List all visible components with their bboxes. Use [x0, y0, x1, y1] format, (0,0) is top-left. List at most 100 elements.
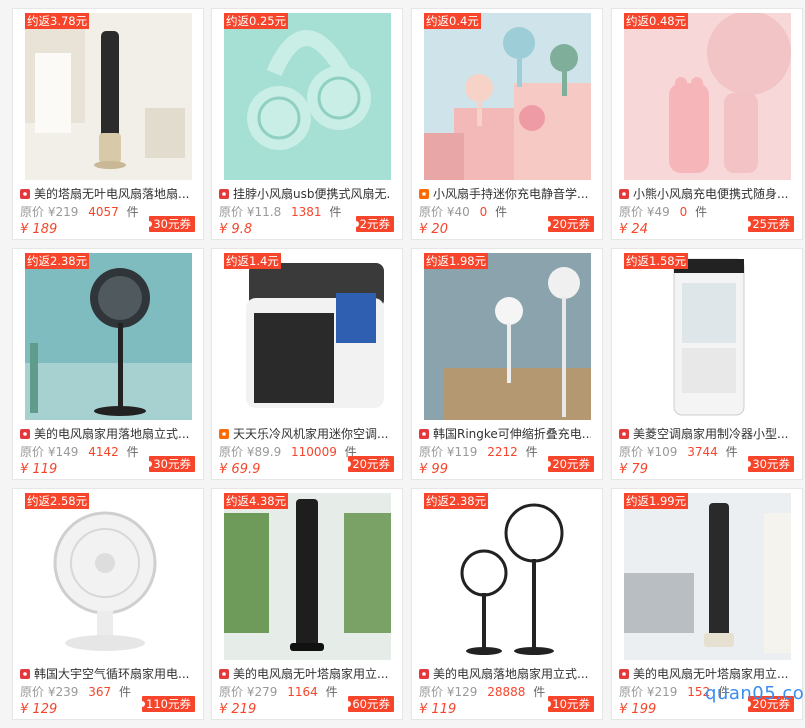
- original-price: ¥11.8: [246, 205, 282, 219]
- handheld-fans-image[interactable]: [424, 13, 591, 180]
- original-price-label: 原价: [20, 205, 45, 219]
- product-title[interactable]: 美的电风扇家用落地扇立式...: [20, 426, 192, 442]
- price-row: 原价 ¥239 367 件: [20, 684, 131, 700]
- price-row: 原价 ¥89.9 110009 件: [219, 444, 357, 460]
- product-title-text[interactable]: 美的塔扇无叶电风扇落地扇...: [34, 187, 189, 201]
- rebate-badge: 约返2.58元: [25, 493, 90, 509]
- coupon-button[interactable]: 2元券: [352, 216, 394, 232]
- tower-fan-image[interactable]: [25, 13, 192, 180]
- product-title-text[interactable]: 挂脖小风扇usb便携式风扇无...: [233, 187, 391, 201]
- coupon-button[interactable]: 30元券: [745, 456, 794, 472]
- product-title-text[interactable]: 美的电风扇无叶塔扇家用立...: [233, 667, 388, 681]
- product-title[interactable]: 韩国Ringke可伸缩折叠充电...: [419, 426, 591, 442]
- original-price-label: 原价: [619, 685, 644, 699]
- product-card[interactable]: 约返2.38元 美的电风扇落地扇家用立式... 原价 ¥129 28888 件 …: [411, 488, 603, 720]
- price-row: 原价 ¥279 1164 件: [219, 684, 338, 700]
- product-card[interactable]: 约返1.4元 天天乐冷风机家用迷你空调... 原价 ¥89.9 110009 件…: [211, 248, 403, 480]
- final-price: ¥ 69.9: [219, 462, 261, 477]
- two-standing-fans-image[interactable]: [424, 493, 591, 660]
- product-card[interactable]: 约返0.48元 小熊小风扇充电便携式随身... 原价 ¥49 0 件 ¥ 24 …: [611, 8, 803, 240]
- product-title-text[interactable]: 美的电风扇落地扇家用立式...: [433, 667, 588, 681]
- original-price-label: 原价: [419, 685, 444, 699]
- original-price-label: 原价: [219, 685, 244, 699]
- air-cooler-image[interactable]: [624, 253, 791, 420]
- product-title[interactable]: 美的电风扇无叶塔扇家用立...: [219, 666, 391, 682]
- final-price: ¥ 119: [20, 462, 58, 477]
- sales-count: 367: [88, 685, 112, 699]
- taobao-icon: [20, 669, 30, 679]
- sales-count: 110009: [291, 445, 337, 459]
- coupon-button[interactable]: 20元券: [545, 456, 594, 472]
- product-card[interactable]: 约返1.58元 美菱空调扇家用制冷器小型... 原价 ¥109 3744 件 ¥…: [611, 248, 803, 480]
- product-card[interactable]: 约返0.4元 小风扇手持迷你充电静音学... 原价 ¥40 0 件 ¥ 20 2…: [411, 8, 603, 240]
- product-title[interactable]: 小熊小风扇充电便携式随身...: [619, 186, 791, 202]
- product-title[interactable]: 美的电风扇落地扇家用立式...: [419, 666, 591, 682]
- rebate-badge: 约返1.4元: [224, 253, 281, 269]
- product-title[interactable]: 韩国大宇空气循环扇家用电...: [20, 666, 192, 682]
- product-title[interactable]: 美的塔扇无叶电风扇落地扇...: [20, 186, 192, 202]
- mini-air-cooler-image[interactable]: [224, 253, 391, 420]
- product-title-text[interactable]: 韩国大宇空气循环扇家用电...: [34, 667, 189, 681]
- product-card[interactable]: 约返2.58元 韩国大宇空气循环扇家用电... 原价 ¥239 367 件 ¥ …: [12, 488, 204, 720]
- tmall-icon: [419, 189, 429, 199]
- product-title-text[interactable]: 美菱空调扇家用制冷器小型...: [633, 427, 788, 441]
- sales-count: 0: [479, 205, 488, 219]
- taobao-icon: [20, 429, 30, 439]
- product-title-text[interactable]: 小熊小风扇充电便携式随身...: [633, 187, 788, 201]
- product-title[interactable]: 挂脖小风扇usb便携式风扇无...: [219, 186, 391, 202]
- product-card[interactable]: 约返0.25元 挂脖小风扇usb便携式风扇无... 原价 ¥11.8 1381 …: [211, 8, 403, 240]
- standing-fan-image[interactable]: [25, 253, 192, 420]
- coupon-button[interactable]: 20元券: [345, 456, 394, 472]
- product-card[interactable]: 约返1.98元 韩国Ringke可伸缩折叠充电... 原价 ¥119 2212 …: [411, 248, 603, 480]
- coupon-button[interactable]: 10元券: [545, 696, 594, 712]
- price-row: 原价 ¥149 4142 件: [20, 444, 139, 460]
- rebate-badge: 约返4.38元: [224, 493, 289, 509]
- original-price-label: 原价: [419, 205, 444, 219]
- product-title-text[interactable]: 韩国Ringke可伸缩折叠充电...: [433, 427, 591, 441]
- sales-unit: 件: [126, 205, 139, 219]
- sales-count: 1381: [291, 205, 322, 219]
- taobao-icon: [419, 429, 429, 439]
- rebate-badge: 约返3.78元: [25, 13, 90, 29]
- coupon-button[interactable]: 20元券: [545, 216, 594, 232]
- product-title[interactable]: 美的电风扇无叶塔扇家用立...: [619, 666, 791, 682]
- original-price: ¥109: [646, 445, 678, 459]
- tower-fan-living-room-image[interactable]: [624, 493, 791, 660]
- product-title-text[interactable]: 美的电风扇无叶塔扇家用立...: [633, 667, 788, 681]
- black-tower-fan-image[interactable]: [224, 493, 391, 660]
- product-title-text[interactable]: 天天乐冷风机家用迷你空调...: [233, 427, 388, 441]
- product-card[interactable]: 约返3.78元 美的塔扇无叶电风扇落地扇... 原价 ¥219 4057 件 ¥…: [12, 8, 204, 240]
- final-price: ¥ 129: [20, 702, 58, 717]
- price-row: 原价 ¥129 28888 件: [419, 684, 545, 700]
- final-price: ¥ 119: [419, 702, 457, 717]
- final-price: ¥ 24: [619, 222, 648, 237]
- sales-count: 0: [679, 205, 688, 219]
- product-card[interactable]: 约返4.38元 美的电风扇无叶塔扇家用立... 原价 ¥279 1164 件 ¥…: [211, 488, 403, 720]
- final-price: ¥ 189: [20, 222, 58, 237]
- sales-count: 28888: [487, 685, 526, 699]
- product-card[interactable]: 约返2.38元 美的电风扇家用落地扇立式... 原价 ¥149 4142 件 ¥…: [12, 248, 204, 480]
- sales-unit: 件: [325, 685, 338, 699]
- final-price: ¥ 199: [619, 702, 657, 717]
- coupon-button[interactable]: 25元券: [745, 216, 794, 232]
- product-title-text[interactable]: 小风扇手持迷你充电静音学...: [433, 187, 588, 201]
- sales-unit: 件: [495, 205, 508, 219]
- pink-handheld-fan-image[interactable]: [624, 13, 791, 180]
- product-title-text[interactable]: 美的电风扇家用落地扇立式...: [34, 427, 189, 441]
- coupon-button[interactable]: 30元券: [146, 216, 195, 232]
- original-price: ¥49: [646, 205, 670, 219]
- original-price: ¥239: [47, 685, 79, 699]
- folding-fan-image[interactable]: [424, 253, 591, 420]
- product-title[interactable]: 美菱空调扇家用制冷器小型...: [619, 426, 791, 442]
- original-price-label: 原价: [619, 205, 644, 219]
- coupon-button[interactable]: 60元券: [345, 696, 394, 712]
- taobao-icon: [619, 429, 629, 439]
- coupon-button[interactable]: 110元券: [139, 696, 195, 712]
- neck-fan-image[interactable]: [224, 13, 391, 180]
- circulation-fan-image[interactable]: [25, 493, 192, 660]
- product-title[interactable]: 天天乐冷风机家用迷你空调...: [219, 426, 391, 442]
- coupon-button[interactable]: 30元券: [146, 456, 195, 472]
- product-title[interactable]: 小风扇手持迷你充电静音学...: [419, 186, 591, 202]
- taobao-icon: [219, 189, 229, 199]
- original-price: ¥279: [246, 685, 278, 699]
